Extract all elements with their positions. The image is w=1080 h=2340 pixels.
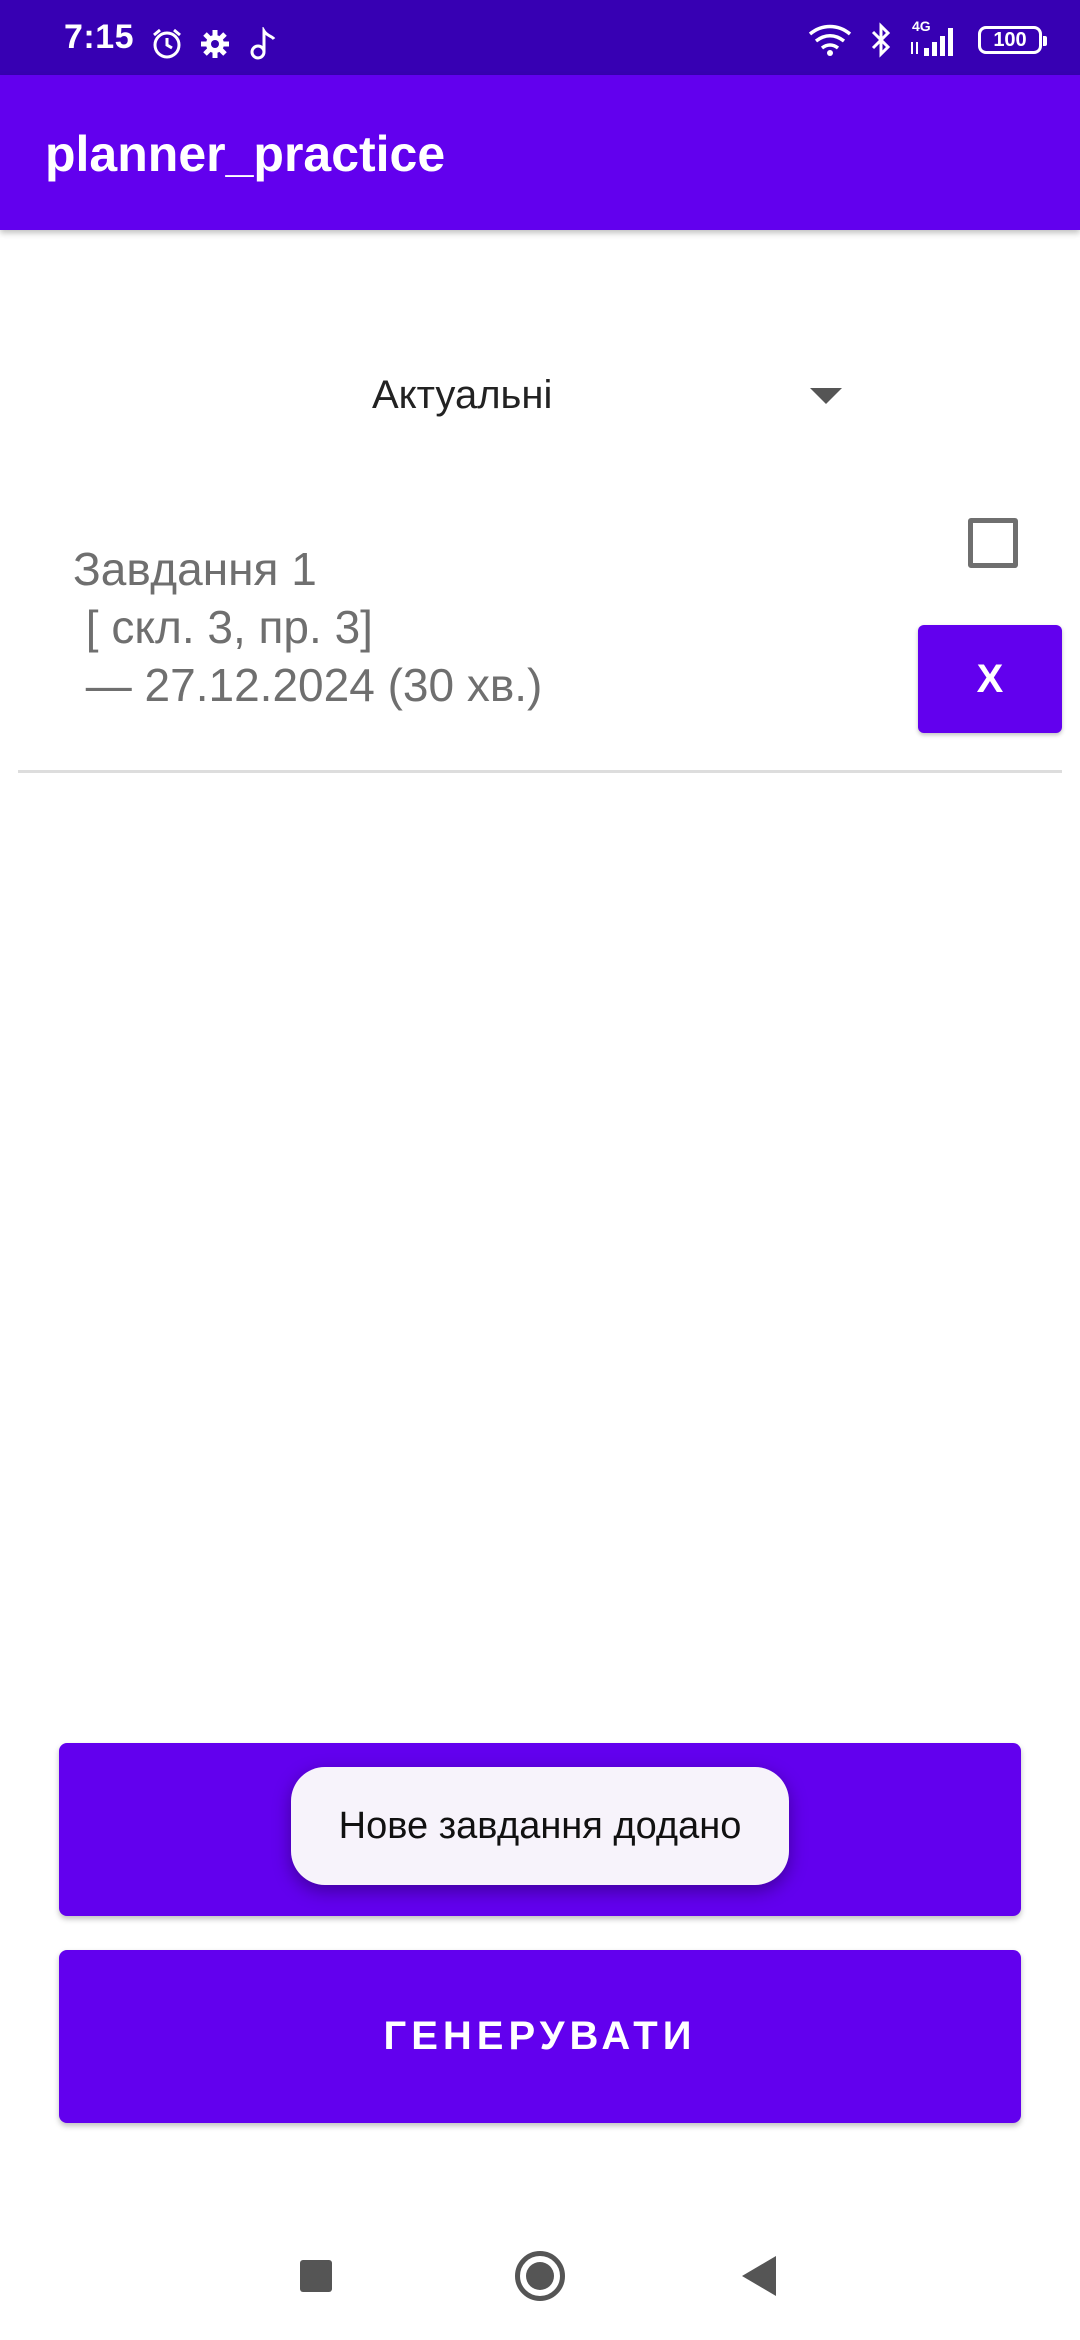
task-list-item: Завдання 1 [ скл. 3, пр. 3] — 27.12.2024…: [18, 500, 1062, 772]
screen: 7:15 4G 100 planner_practice Актуальні З…: [0, 0, 1080, 2340]
navigation-bar: [0, 2200, 1080, 2340]
task-delete-button[interactable]: X: [918, 625, 1062, 733]
wifi-icon: [808, 24, 852, 56]
toast-message: Нове завдання додано: [291, 1767, 789, 1885]
task-title: Завдання 1: [73, 543, 317, 595]
battery-icon: 100: [978, 26, 1047, 54]
app-title: planner_practice: [45, 126, 446, 182]
alarm-icon: [153, 28, 181, 59]
filter-spinner-value: Актуальні: [372, 373, 553, 417]
list-divider: [18, 770, 1062, 773]
bluetooth-icon: [871, 22, 891, 58]
home-icon[interactable]: [515, 2251, 565, 2301]
task-date: — 27.12.2024 (30 хв.): [73, 659, 543, 711]
status-left-icons: [150, 26, 280, 62]
recent-apps-icon[interactable]: [300, 2260, 332, 2292]
app-bar: planner_practice: [0, 75, 1080, 230]
generate-button[interactable]: ГЕНЕРУВАТИ: [59, 1950, 1021, 2123]
filter-spinner[interactable]: Актуальні: [350, 355, 870, 435]
status-time: 7:15: [64, 18, 135, 56]
status-bar: 7:15 4G 100: [0, 0, 1080, 75]
task-done-checkbox[interactable]: [968, 518, 1018, 568]
cellular-4g-icon: 4G: [908, 18, 964, 58]
music-note-icon: [250, 27, 276, 60]
status-right-icons: 4G 100: [806, 18, 1047, 60]
battery-level: 100: [993, 28, 1027, 51]
gear-icon: [201, 30, 229, 58]
back-icon[interactable]: [742, 2256, 776, 2296]
dropdown-arrow-icon: [810, 388, 842, 404]
task-detail: [ скл. 3, пр. 3]: [73, 601, 373, 653]
